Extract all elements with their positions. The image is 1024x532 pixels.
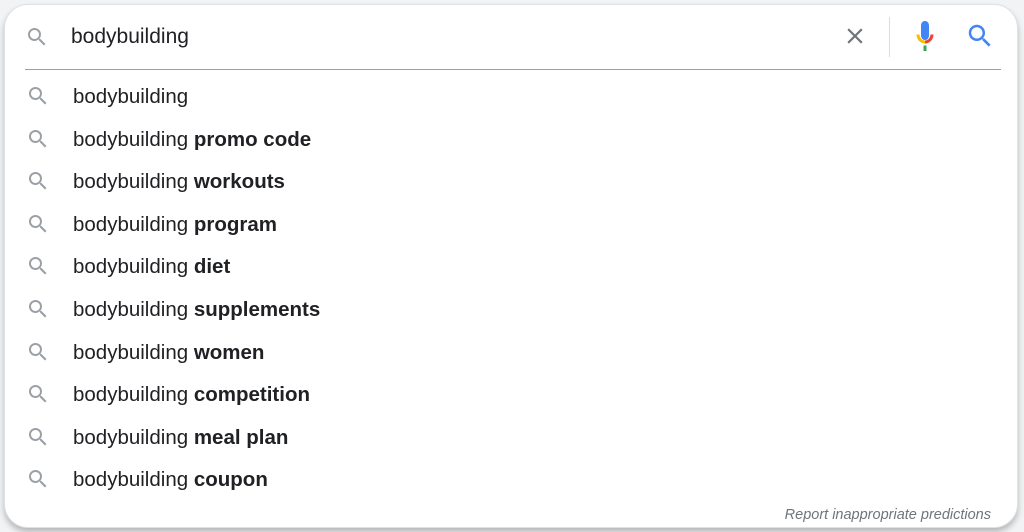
suggestion-text: bodybuilding diet <box>73 255 230 279</box>
suggestion-item[interactable]: bodybuilding meal plan <box>5 416 1017 459</box>
search-input[interactable] <box>71 19 811 55</box>
suggestion-prefix: bodybuilding <box>73 468 194 492</box>
suggestion-item[interactable]: bodybuilding coupon <box>5 458 1017 501</box>
suggestion-item[interactable]: bodybuilding <box>5 75 1017 118</box>
clear-button[interactable] <box>841 24 869 52</box>
suggestion-prefix: bodybuilding <box>73 212 194 236</box>
suggestion-item[interactable]: bodybuilding supplements <box>5 288 1017 331</box>
suggestion-item[interactable]: bodybuilding program <box>5 203 1017 246</box>
suggestion-text: bodybuilding competition <box>73 383 310 407</box>
suggestion-completion: workouts <box>193 170 285 194</box>
suggestion-completion: women <box>193 340 265 364</box>
close-icon <box>842 23 868 54</box>
suggestion-completion: program <box>193 212 277 236</box>
suggestion-text: bodybuilding coupon <box>73 468 268 492</box>
search-icon <box>26 340 50 364</box>
suggestion-item[interactable]: bodybuilding workouts <box>5 160 1017 203</box>
suggestion-completion: promo code <box>193 127 312 151</box>
suggestion-item[interactable]: bodybuilding diet <box>5 245 1017 288</box>
button-divider <box>889 17 890 57</box>
microphone-icon <box>913 20 937 56</box>
search-bar <box>5 5 1017 69</box>
search-icon <box>26 425 50 449</box>
search-icon <box>26 212 50 236</box>
suggestion-text: bodybuilding women <box>73 341 264 365</box>
search-divider <box>25 69 1001 70</box>
report-predictions-link[interactable]: Report inappropriate predictions <box>785 507 991 523</box>
search-icon <box>26 127 50 151</box>
voice-search-button[interactable] <box>911 20 939 56</box>
suggestion-item[interactable]: bodybuilding promo code <box>5 118 1017 161</box>
search-icon <box>26 169 50 193</box>
suggestion-completion: supplements <box>193 297 321 321</box>
search-autocomplete-panel: bodybuilding bodybuilding promo code bod… <box>4 4 1018 528</box>
suggestion-completion: coupon <box>193 468 268 492</box>
suggestion-prefix: bodybuilding <box>73 297 194 321</box>
suggestion-completion: competition <box>193 383 310 407</box>
suggestion-prefix: bodybuilding <box>73 383 194 407</box>
suggestion-prefix: bodybuilding <box>73 170 194 194</box>
suggestion-item[interactable]: bodybuilding women <box>5 331 1017 374</box>
suggestion-text: bodybuilding <box>73 85 188 109</box>
search-icon <box>26 84 50 108</box>
search-icon <box>965 21 995 56</box>
suggestion-prefix: bodybuilding <box>73 85 189 108</box>
suggestion-item[interactable]: bodybuilding competition <box>5 373 1017 416</box>
suggestion-text: bodybuilding promo code <box>73 128 311 152</box>
suggestion-list: bodybuilding bodybuilding promo code bod… <box>5 75 1017 501</box>
search-icon <box>26 297 50 321</box>
suggestion-text: bodybuilding program <box>73 213 277 237</box>
suggestion-prefix: bodybuilding <box>73 340 194 364</box>
suggestion-text: bodybuilding meal plan <box>73 426 288 450</box>
search-icon <box>26 467 50 491</box>
suggestion-prefix: bodybuilding <box>73 425 194 449</box>
search-icon <box>25 25 49 49</box>
suggestion-text: bodybuilding workouts <box>73 170 285 194</box>
search-submit-button[interactable] <box>965 23 995 53</box>
search-icon <box>26 382 50 406</box>
suggestion-text: bodybuilding supplements <box>73 298 320 322</box>
suggestion-prefix: bodybuilding <box>73 255 194 279</box>
suggestion-prefix: bodybuilding <box>73 127 194 151</box>
suggestion-completion: meal plan <box>193 425 289 449</box>
suggestion-completion: diet <box>193 255 231 279</box>
search-icon <box>26 254 50 278</box>
